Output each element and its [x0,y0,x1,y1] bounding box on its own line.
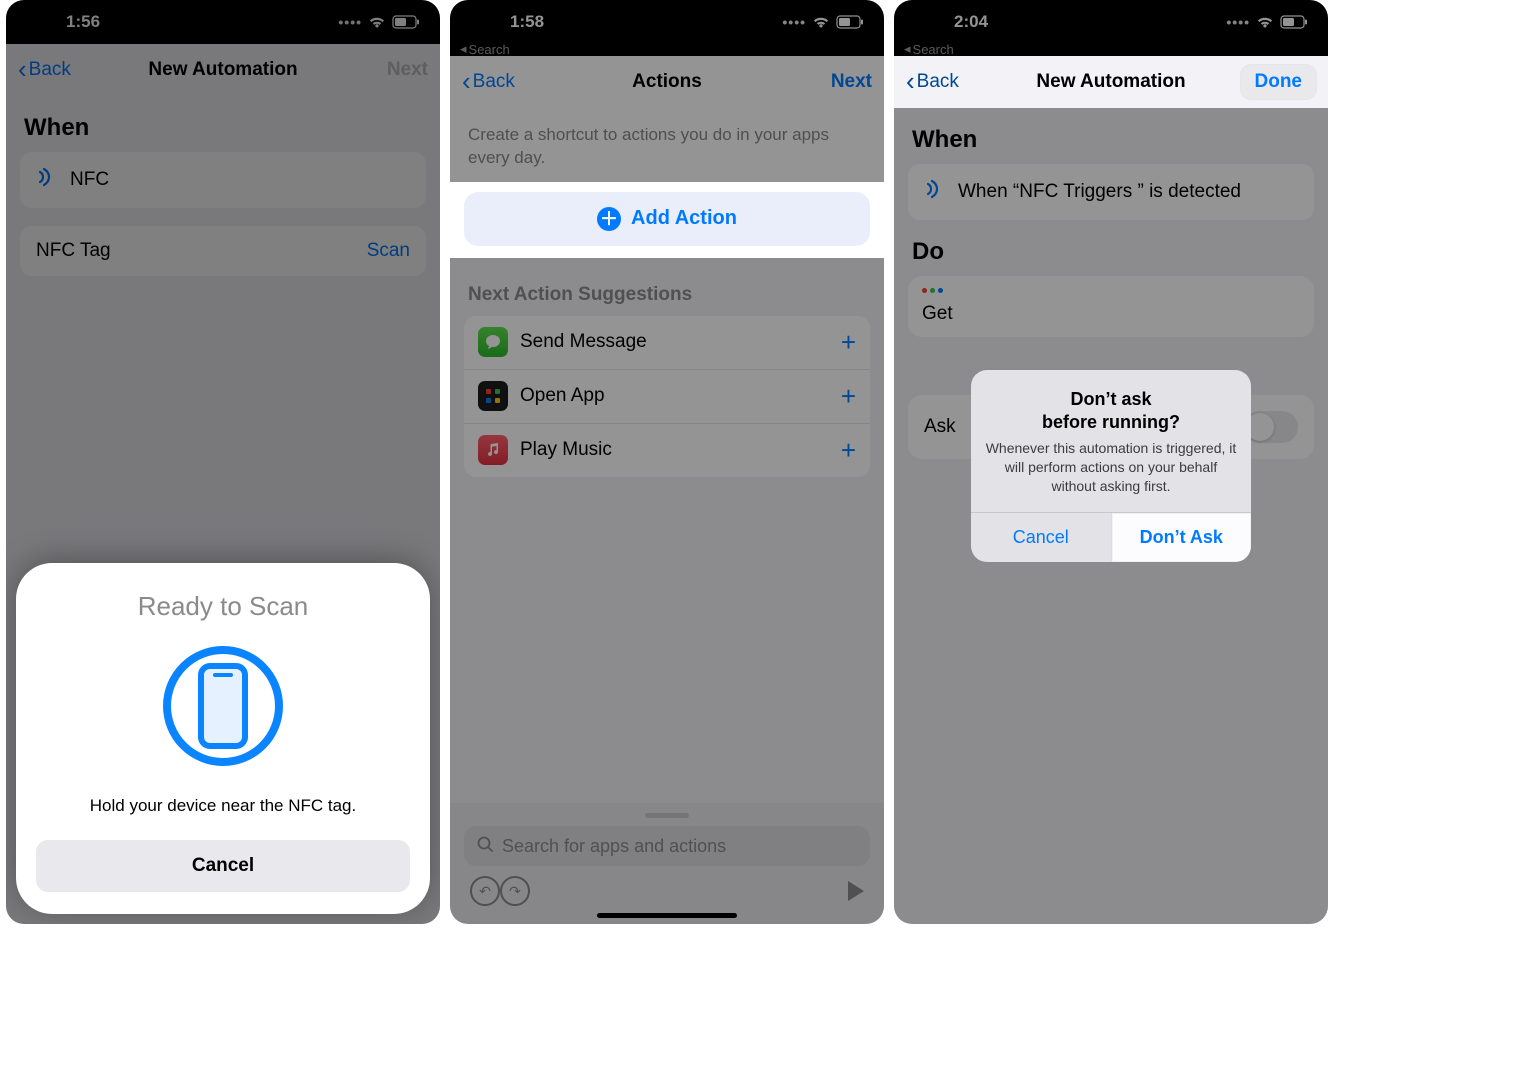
back-button[interactable]: ‹ Back [462,71,515,93]
plus-circle-icon: ＋ [597,207,621,231]
signal-dots-icon: •••• [1226,14,1250,30]
add-action-label: Add Action [631,207,737,230]
suggestion-label: Open App [520,385,605,407]
undo-icon[interactable]: ↶ [470,876,500,906]
breadcrumb[interactable]: ◂ Search [450,44,884,56]
breadcrumb[interactable]: ◂ Search [894,44,1328,56]
signal-dots-icon: •••• [782,14,806,30]
status-bar: 2:04 •••• [894,0,1328,44]
scan-cancel-button[interactable]: Cancel [36,840,410,892]
phone-outline-icon [198,663,248,749]
next-button[interactable]: Next [387,59,428,81]
scan-title: Ready to Scan [36,591,410,622]
suggestion-row[interactable]: Send Message + [464,316,870,370]
signal-dots-icon: •••• [338,14,362,30]
play-icon[interactable] [848,881,864,901]
battery-icon [836,15,864,29]
back-button[interactable]: ‹ Back [906,71,959,93]
drag-handle[interactable] [645,813,689,818]
suggestion-row[interactable]: Open App + [464,370,870,424]
mini-toolbar: ↶ ↷ [464,876,870,910]
add-action-wrap: ＋ Add Action [450,182,884,258]
drag-dots-icon [922,288,1300,293]
wifi-icon [1256,15,1274,29]
scan-message: Hold your device near the NFC tag. [36,796,410,816]
alert-cancel-button[interactable]: Cancel [971,513,1111,562]
status-right: •••• [1226,14,1308,30]
suggestions-header: Next Action Suggestions [450,258,884,316]
nfc-tag-label: NFC Tag [36,240,111,262]
when-trigger-text: When “NFC Triggers ” is detected [958,181,1241,203]
redo-icon[interactable]: ↷ [500,876,530,906]
status-time: 1:56 [26,12,100,32]
alert-confirm-button[interactable]: Don’t Ask [1111,513,1252,562]
battery-icon [392,15,420,29]
search-placeholder: Search for apps and actions [502,836,726,857]
wifi-icon [368,15,386,29]
screenshot-1: 1:56 •••• ‹ Back New Automation Next Whe… [6,0,440,924]
add-suggestion-icon[interactable]: + [841,327,856,358]
actions-description: Create a shortcut to actions you do in y… [450,108,884,182]
suggestion-row[interactable]: Play Music + [464,424,870,477]
bottom-search-area: Search for apps and actions ↶ ↷ [450,803,884,924]
back-label: Back [473,71,515,93]
back-label: Back [917,71,959,93]
status-time: 1:58 [470,12,544,32]
scan-link[interactable]: Scan [367,240,410,262]
status-right: •••• [782,14,864,30]
nfc-icon [924,178,946,206]
screenshot-3: 2:04 •••• ◂ Search ‹ Back New Automation… [894,0,1328,924]
add-suggestion-icon[interactable]: + [841,381,856,412]
back-button[interactable]: ‹ Back [18,59,71,81]
when-header: When [6,96,440,152]
nav-bar: ‹ Back New Automation Done [894,56,1328,108]
screenshot-2: 1:58 •••• ◂ Search ‹ Back Actions Next [450,0,884,924]
ask-label: Ask [924,416,956,438]
nfc-tag-group: NFC Tag Scan [20,226,426,276]
add-suggestion-icon[interactable]: + [841,435,856,466]
scan-graphic [163,646,283,766]
messages-app-icon [478,327,508,357]
open-app-icon [478,381,508,411]
wifi-icon [812,15,830,29]
nfc-tag-cell[interactable]: NFC Tag Scan [20,226,426,276]
confirm-alert: Don’t ask before running? Whenever this … [971,370,1251,562]
alert-buttons: Cancel Don’t Ask [971,512,1251,562]
suggestion-label: Play Music [520,439,612,461]
do-action-card[interactable]: Get [908,276,1314,337]
do-header: Do [894,220,1328,276]
status-right: •••• [338,14,420,30]
nfc-scan-sheet: Ready to Scan Hold your device near the … [16,563,430,914]
nav-title: Actions [450,71,884,93]
alert-title: Don’t ask before running? [971,370,1251,435]
nfc-icon [36,166,58,194]
search-icon [476,835,494,858]
home-indicator [597,913,737,918]
ask-toggle[interactable] [1244,411,1298,443]
nav-bar: ‹ Back Actions Next [450,56,884,108]
when-cell-group: When “NFC Triggers ” is detected [908,164,1314,220]
add-action-button[interactable]: ＋ Add Action [464,192,870,246]
back-label: Back [29,59,71,81]
when-trigger-cell[interactable]: When “NFC Triggers ” is detected [908,164,1314,220]
status-bar: 1:56 •••• [6,0,440,44]
status-bar: 1:58 •••• [450,0,884,44]
when-header: When [894,108,1328,164]
when-cell-group: NFC [20,152,426,208]
nfc-trigger-cell[interactable]: NFC [20,152,426,208]
do-action-label: Get [922,303,1300,325]
status-time: 2:04 [914,12,988,32]
suggestions-list: Send Message + Open App + Play [464,316,870,477]
nav-bar: ‹ Back New Automation Next [6,44,440,96]
nav-title: New Automation [6,59,440,81]
alert-message: Whenever this automation is triggered, i… [971,435,1251,512]
next-button[interactable]: Next [831,71,872,93]
battery-icon [1280,15,1308,29]
suggestion-label: Send Message [520,331,647,353]
nfc-label: NFC [70,169,109,191]
done-button[interactable]: Done [1241,65,1317,99]
search-field[interactable]: Search for apps and actions [464,826,870,866]
music-app-icon [478,435,508,465]
